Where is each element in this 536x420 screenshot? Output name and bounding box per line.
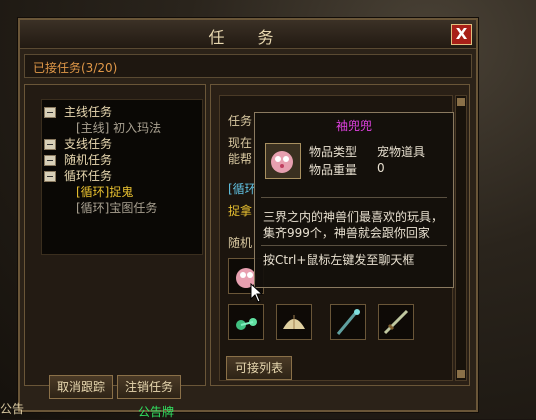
scroll-down-arrow-icon[interactable] — [457, 370, 465, 378]
item-name: 袖兜兜 — [335, 119, 372, 133]
title-bar[interactable]: 任 务 X — [20, 20, 476, 49]
jade-pendant-icon — [236, 318, 257, 330]
close-button[interactable]: X — [451, 24, 472, 45]
task-label: [循环]宝图任务 — [76, 201, 158, 215]
item-type-value: 宠物道具 — [377, 145, 426, 159]
task-text-line1-partial: 现在 — [228, 136, 253, 150]
reward-slot-2[interactable] — [276, 304, 312, 340]
task-link-partial[interactable]: [循环 — [228, 180, 257, 197]
accepted-tasks-bar: 已接任务(3/20) — [24, 54, 472, 78]
scroll-up-arrow-icon[interactable] — [457, 98, 465, 106]
task-item-main[interactable]: [主线] 初入玛法 — [42, 120, 202, 136]
reward-slot-4[interactable] — [378, 304, 414, 340]
item-weight-value: 0 — [377, 161, 385, 175]
collapse-icon[interactable] — [44, 107, 56, 118]
fan-icon — [283, 315, 305, 329]
bulletin-board-label[interactable]: 公告牌 — [138, 403, 174, 420]
collapse-icon[interactable] — [44, 139, 56, 150]
task-text-line2-partial: 能帮 — [228, 152, 253, 166]
divider — [261, 197, 447, 198]
category-random[interactable]: 随机任务 — [42, 152, 202, 168]
category-label: 随机任务 — [64, 153, 113, 167]
abandon-task-button[interactable]: 注销任务 — [117, 375, 181, 399]
divider — [261, 245, 447, 246]
task-list-panel: 主线任务 [主线] 初入玛法 支线任务 随机任务 循环任务 [循环]捉鬼 [循环… — [24, 84, 206, 399]
category-side[interactable]: 支线任务 — [42, 136, 202, 152]
collapse-icon[interactable] — [44, 171, 56, 182]
task-heading-partial: 任务 — [228, 114, 253, 128]
item-description: 三界之内的神兽们最喜欢的玩具，集齐999个，神兽就会跟你回家 — [263, 210, 444, 240]
task-item-ghost[interactable]: [循环]捉鬼 — [42, 184, 202, 200]
reward-slot-3[interactable] — [330, 304, 366, 340]
bottom-left-text: 公告 — [0, 402, 25, 416]
pet-toy-icon — [265, 143, 301, 179]
staff-icon — [336, 309, 360, 335]
window-title: 任 务 — [208, 28, 288, 47]
category-main[interactable]: 主线任务 — [42, 104, 202, 120]
task-tree: 主线任务 [主线] 初入玛法 支线任务 随机任务 循环任务 [循环]捉鬼 [循环… — [41, 99, 203, 255]
acceptable-list-button[interactable]: 可接列表 — [226, 356, 292, 380]
sword-icon — [383, 309, 409, 335]
task-item-treasure[interactable]: [循环]宝图任务 — [42, 200, 202, 216]
category-loop[interactable]: 循环任务 — [42, 168, 202, 184]
accepted-count-label: 已接任务(3/20) — [33, 61, 118, 75]
catch-text-partial: 捉拿 — [228, 204, 253, 218]
random-reward-label-partial: 随机 — [228, 236, 253, 250]
item-tooltip: 袖兜兜 物品类型 宠物道具 物品重量 0 三界之内的神兽们最喜欢的玩具，集齐99… — [254, 112, 454, 288]
category-label: 主线任务 — [64, 105, 113, 119]
item-type-label: 物品类型 — [309, 145, 358, 159]
untrack-button[interactable]: 取消跟踪 — [49, 375, 113, 399]
item-weight-label: 物品重量 — [309, 163, 358, 177]
category-label: 循环任务 — [64, 169, 113, 183]
scrollbar[interactable] — [455, 95, 467, 381]
item-hint: 按Ctrl+鼠标左键发至聊天框 — [263, 253, 415, 267]
reward-slot-1[interactable] — [228, 304, 264, 340]
task-label: [循环]捉鬼 — [76, 185, 134, 199]
collapse-icon[interactable] — [44, 155, 56, 166]
category-label: 支线任务 — [64, 137, 113, 151]
mouse-cursor-icon — [250, 283, 264, 303]
task-label: [主线] 初入玛法 — [76, 121, 162, 135]
